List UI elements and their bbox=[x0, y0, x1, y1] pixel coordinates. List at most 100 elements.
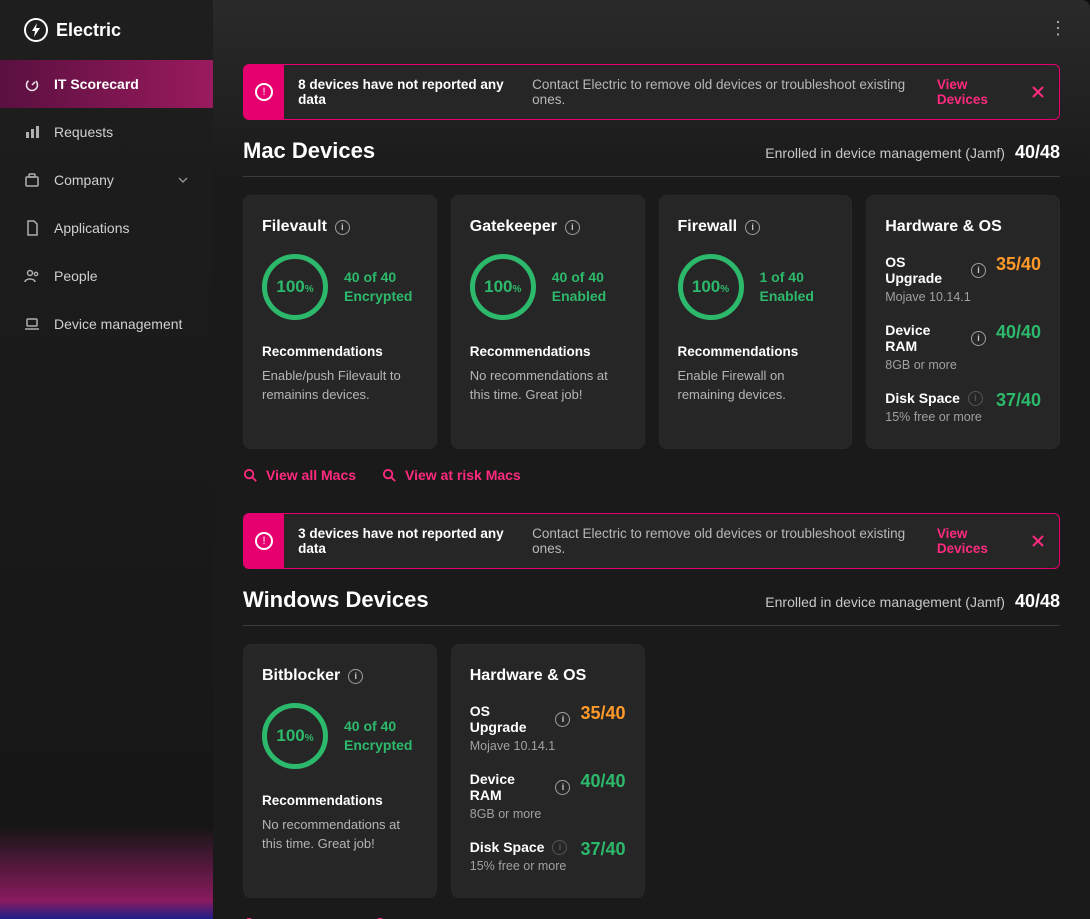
alert-icon-container: ! bbox=[244, 65, 284, 119]
hw-count: 40/40 bbox=[996, 322, 1041, 343]
card-firewall: Firewall i 100% 1 of 40 Enabled Recommen… bbox=[659, 195, 853, 449]
enroll-count: 40/48 bbox=[1015, 591, 1060, 612]
sidebar-item-device-management[interactable]: Device management bbox=[0, 300, 213, 348]
search-icon bbox=[243, 468, 258, 483]
card-gatekeeper: Gatekeeper i 100% 40 of 40 Enabled Recom… bbox=[451, 195, 645, 449]
card-title-label: Gatekeeper bbox=[470, 218, 557, 236]
hw-count: 37/40 bbox=[580, 839, 625, 860]
info-icon[interactable]: i bbox=[555, 780, 570, 795]
link-label: View all Macs bbox=[266, 467, 356, 483]
info-icon[interactable]: i bbox=[745, 220, 760, 235]
hw-sub: 8GB or more bbox=[885, 358, 986, 372]
enroll-count: 40/48 bbox=[1015, 142, 1060, 163]
hw-sub: 15% free or more bbox=[470, 859, 571, 873]
mac-links: View all Macs View at risk Macs bbox=[243, 467, 1060, 483]
card-filevault: Filevault i 100% 40 of 40 Encrypted Reco… bbox=[243, 195, 437, 449]
alert-body: 8 devices have not reported any data Con… bbox=[284, 65, 937, 119]
sidebar-item-label: IT Scorecard bbox=[54, 76, 139, 92]
hw-label: Disk Space bbox=[470, 839, 545, 855]
mac-cards: Filevault i 100% 40 of 40 Encrypted Reco… bbox=[243, 195, 1060, 449]
percent-icon: % bbox=[305, 284, 314, 295]
alert-view-devices-link[interactable]: View Devices bbox=[937, 526, 1017, 556]
sidebar-item-label: Device management bbox=[54, 316, 182, 332]
sidebar-item-label: Requests bbox=[54, 124, 113, 140]
brand-label: Electric bbox=[56, 20, 121, 41]
view-all-macs-link[interactable]: View all Macs bbox=[243, 467, 356, 483]
alert-icon: ! bbox=[255, 83, 273, 101]
info-icon[interactable]: i bbox=[971, 331, 986, 346]
gauge: 100% bbox=[470, 254, 536, 320]
sidebar-item-scorecard[interactable]: IT Scorecard bbox=[0, 60, 213, 108]
reco-body: Enable/push Filevault to remainins devic… bbox=[262, 367, 418, 405]
alert-bold: 8 devices have not reported any data bbox=[298, 77, 524, 107]
sidebar-item-people[interactable]: People bbox=[0, 252, 213, 300]
card-title-label: Hardware & OS bbox=[885, 218, 1001, 236]
percent-icon: % bbox=[720, 284, 729, 295]
card-title-label: Hardware & OS bbox=[470, 667, 586, 685]
file-icon bbox=[24, 220, 40, 236]
search-icon bbox=[382, 468, 397, 483]
close-icon[interactable] bbox=[1031, 534, 1045, 548]
gauge-count: 40 of 40 bbox=[344, 717, 412, 736]
more-menu-button[interactable]: ⋮ bbox=[1049, 18, 1066, 39]
sidebar: Electric IT Scorecard Requests Company bbox=[0, 0, 213, 919]
alert-windows: ! 3 devices have not reported any data C… bbox=[243, 513, 1060, 569]
hw-label: OS Upgrade bbox=[885, 254, 963, 286]
reco-heading: Recommendations bbox=[678, 344, 834, 359]
gauge-value: 100 bbox=[692, 277, 720, 297]
sidebar-item-company[interactable]: Company bbox=[0, 156, 213, 204]
alert-text: Contact Electric to remove old devices o… bbox=[532, 77, 923, 107]
gauge-count: 1 of 40 bbox=[760, 268, 814, 287]
info-icon[interactable]: i bbox=[555, 712, 570, 727]
chevron-down-icon bbox=[177, 174, 189, 186]
bolt-icon bbox=[24, 18, 48, 42]
card-hardware-os-windows: Hardware & OS OS Upgrade i Mojave 10.14.… bbox=[451, 644, 645, 898]
gauge: 100% bbox=[678, 254, 744, 320]
alert-view-devices-link[interactable]: View Devices bbox=[937, 77, 1017, 107]
section-head-windows: Windows Devices Enrolled in device manag… bbox=[243, 587, 1060, 626]
info-icon[interactable]: i bbox=[335, 220, 350, 235]
sidebar-item-label: People bbox=[54, 268, 98, 284]
hw-sub: Mojave 10.14.1 bbox=[885, 290, 986, 304]
percent-icon: % bbox=[512, 284, 521, 295]
brand: Electric bbox=[0, 18, 213, 60]
info-icon[interactable]: i bbox=[565, 220, 580, 235]
main-content: ⋮ ! 8 devices have not reported any data… bbox=[213, 0, 1090, 919]
gauge-status: Enabled bbox=[552, 287, 606, 306]
close-icon[interactable] bbox=[1031, 85, 1045, 99]
hw-sub: 8GB or more bbox=[470, 807, 571, 821]
enroll-label: Enrolled in device management (Jamf) bbox=[765, 145, 1005, 161]
sidebar-item-label: Applications bbox=[54, 220, 130, 236]
card-title-label: Bitblocker bbox=[262, 667, 340, 685]
reco-heading: Recommendations bbox=[470, 344, 626, 359]
alert-text: Contact Electric to remove old devices o… bbox=[532, 526, 923, 556]
sidebar-item-requests[interactable]: Requests bbox=[0, 108, 213, 156]
reco-body: No recommendations at this time. Great j… bbox=[262, 816, 418, 854]
card-hardware-os-mac: Hardware & OS OS Upgrade i Mojave 10.14.… bbox=[866, 195, 1060, 449]
info-icon[interactable]: i bbox=[348, 669, 363, 684]
gauge-count: 40 of 40 bbox=[344, 268, 412, 287]
alert-mac: ! 8 devices have not reported any data C… bbox=[243, 64, 1060, 120]
gauge-status: Enabled bbox=[760, 287, 814, 306]
section-head-mac: Mac Devices Enrolled in device managemen… bbox=[243, 138, 1060, 177]
info-icon[interactable]: i bbox=[968, 391, 983, 406]
hw-count: 35/40 bbox=[996, 254, 1041, 275]
reco-heading: Recommendations bbox=[262, 344, 418, 359]
gauge-count: 40 of 40 bbox=[552, 268, 606, 287]
gauge-status: Encrypted bbox=[344, 736, 412, 755]
reco-heading: Recommendations bbox=[262, 793, 418, 808]
windows-cards: Bitblocker i 100% 40 of 40 Encrypted Rec… bbox=[243, 644, 1060, 898]
section-title: Mac Devices bbox=[243, 138, 375, 164]
gauge-value: 100 bbox=[276, 726, 304, 746]
info-icon[interactable]: i bbox=[552, 840, 567, 855]
people-icon bbox=[24, 268, 40, 284]
view-at-risk-macs-link[interactable]: View at risk Macs bbox=[382, 467, 521, 483]
laptop-icon bbox=[24, 316, 40, 332]
hw-sub: Mojave 10.14.1 bbox=[470, 739, 571, 753]
link-label: View at risk Macs bbox=[405, 467, 521, 483]
hw-count: 40/40 bbox=[580, 771, 625, 792]
sidebar-item-applications[interactable]: Applications bbox=[0, 204, 213, 252]
info-icon[interactable]: i bbox=[971, 263, 986, 278]
hw-count: 37/40 bbox=[996, 390, 1041, 411]
percent-icon: % bbox=[305, 733, 314, 744]
